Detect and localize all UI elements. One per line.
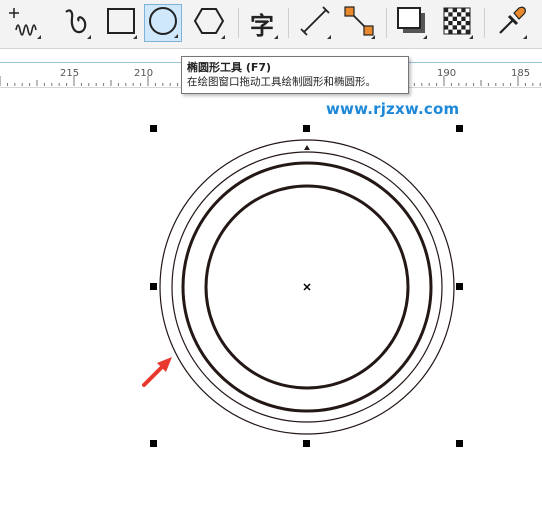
watermark-text: www.rjzxw.com (326, 100, 460, 118)
text-tool-button[interactable]: 字 (243, 4, 281, 42)
toolbox: 字 (0, 0, 542, 49)
selection-handle[interactable] (456, 440, 463, 447)
selection-handle[interactable] (456, 125, 463, 132)
ruler-label: 185 (511, 68, 531, 79)
dimension-tool-button[interactable] (296, 4, 334, 42)
tooltip-description: 在绘图窗口拖动工具绘制圆形和椭圆形。 (187, 76, 376, 88)
text-icon: 字 (250, 11, 274, 40)
eyedropper-tool-button[interactable] (492, 4, 530, 42)
red-arrow-indicator (142, 357, 172, 387)
drawing-canvas[interactable] (0, 87, 542, 516)
freehand-tool-button[interactable] (6, 4, 44, 42)
ruler-label: 210 (134, 68, 154, 79)
drop-shadow-tool-button[interactable] (392, 4, 430, 42)
artistic-media-tool-button[interactable] (56, 4, 94, 42)
node-marker[interactable] (304, 145, 310, 150)
ellipse-tool-button[interactable] (144, 4, 182, 42)
selection-handle[interactable] (303, 125, 310, 132)
selection-handle[interactable] (150, 440, 157, 447)
selection-handle[interactable] (150, 125, 157, 132)
transparency-tool-button[interactable] (438, 4, 476, 42)
tooltip-title: 椭圆形工具 (F7) (187, 61, 272, 74)
ruler-label: 215 (60, 68, 80, 79)
ruler-label: 190 (437, 68, 457, 79)
center-marker (303, 283, 311, 291)
selection-handle[interactable] (303, 440, 310, 447)
polygon-tool-button[interactable] (190, 4, 228, 42)
tool-tooltip: 椭圆形工具 (F7) 在绘图窗口拖动工具绘制圆形和椭圆形。 (181, 56, 409, 94)
rectangle-tool-button[interactable] (102, 4, 140, 42)
selection-handle[interactable] (456, 283, 463, 290)
connector-tool-button[interactable] (340, 4, 378, 42)
selection-handle[interactable] (150, 283, 157, 290)
